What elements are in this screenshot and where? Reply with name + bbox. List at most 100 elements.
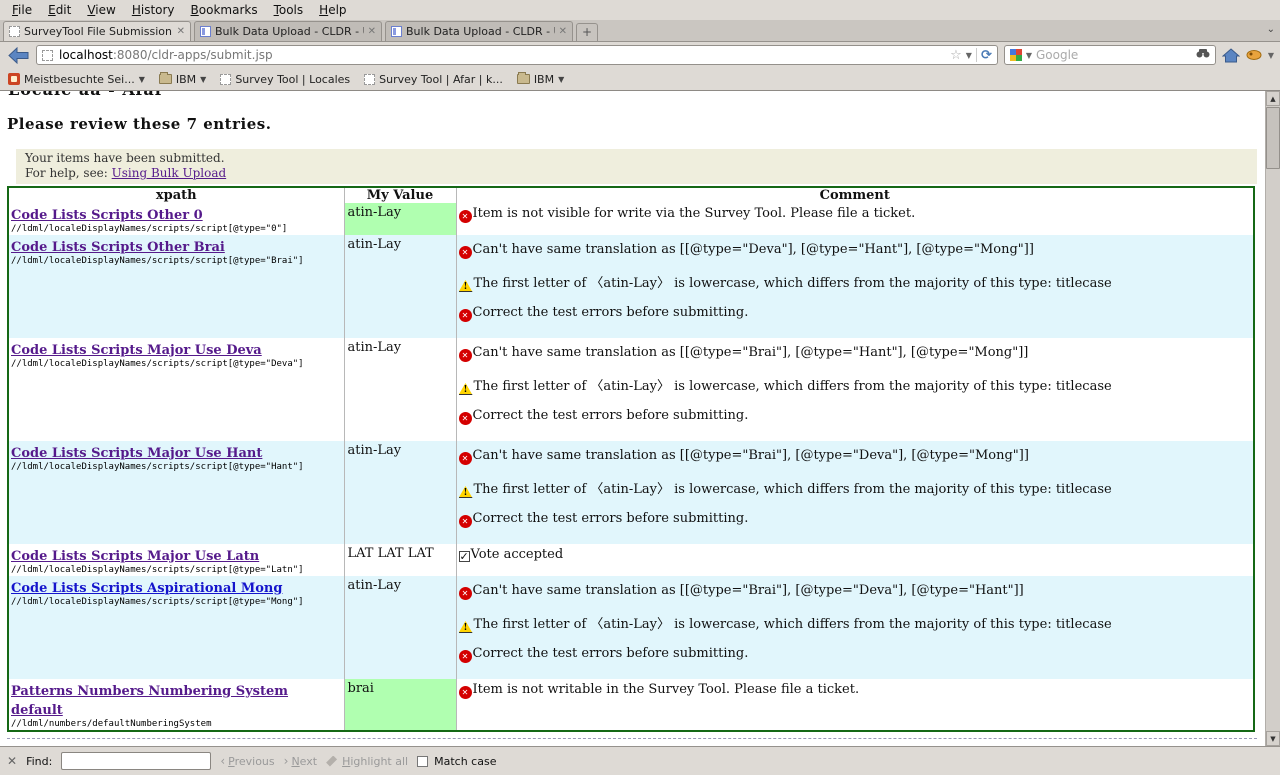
warning-icon [459,486,473,498]
tab-close-icon[interactable] [368,26,376,37]
google-engine-icon[interactable] [1010,49,1022,61]
error-icon [459,412,472,425]
xpath-link[interactable]: Code Lists Scripts Major Use Latn [11,549,259,564]
menu-view[interactable]: View [79,1,123,19]
page-title: Please review these 7 entries. [7,115,1265,133]
xpath-link[interactable]: Patterns Numbers Numbering System defaul… [11,684,288,718]
find-bar: Find: ‹ Previous › Next Highlight all Ma… [0,746,1280,775]
comment-line: Correct the test errors before submittin… [459,511,1252,528]
scroll-down-arrow-icon[interactable] [1266,731,1280,746]
error-icon [459,452,472,465]
menu-edit[interactable]: Edit [40,1,79,19]
xpath-link[interactable]: Code Lists Scripts Other 0 [11,208,203,223]
tab-bar: SurveyTool File Submission | ... Bulk Da… [0,20,1280,42]
next-label: Next [291,755,317,768]
bookmark-survey-tool-afar[interactable]: Survey Tool | Afar | k... [364,73,503,86]
urlbar-dropdown-chevron-icon[interactable] [966,51,972,60]
comment-line: Can't have same translation as [[@type="… [459,448,1252,465]
table-row: Code Lists Scripts Major Use Hant //ldml… [8,441,1254,544]
error-icon [459,349,472,362]
highlight-all-button[interactable]: Highlight all [326,755,408,768]
table-row: Code Lists Scripts Other 0 //ldml/locale… [8,203,1254,235]
bookmark-favicon-placeholder-icon [364,74,375,85]
find-next-button[interactable]: › Next [284,754,317,768]
home-icon [1222,48,1240,63]
error-icon [459,246,472,259]
xpath-link[interactable]: Code Lists Scripts Major Use Deva [11,343,262,358]
scrollbar-thumb[interactable] [1266,107,1280,169]
folder-icon [517,74,530,84]
browser-window: File Edit View History Bookmarks Tools H… [0,0,1280,775]
bookmark-most-visited[interactable]: Meistbesuchte Sei... [8,73,145,86]
comment-line: Correct the test errors before submittin… [459,646,1252,663]
find-label: Find: [26,755,52,768]
search-placeholder: Google [1036,48,1078,62]
my-value-cell: atin-Lay [344,441,456,544]
error-icon [459,515,472,528]
vote-accepted-checkbox-icon [459,551,470,562]
menu-help[interactable]: Help [311,1,354,19]
bookmark-star-icon[interactable] [950,48,962,63]
bookmark-dropdown-chevron-icon [558,75,564,84]
find-input[interactable] [61,752,211,770]
bookmarks-bar: Meistbesuchte Sei... IBM Survey Tool | L… [0,68,1280,91]
search-box[interactable]: Google [1004,45,1216,65]
tab-title: Bulk Data Upload - CLDR - Un... [215,25,364,38]
find-previous-button[interactable]: ‹ Previous [220,754,274,768]
table-row: Patterns Numbers Numbering System defaul… [8,679,1254,731]
column-header-my-value: My Value [344,187,456,203]
divider [976,48,977,62]
findbar-close-icon[interactable] [7,754,17,768]
comment-text: The first letter of 〈atin-Lay〉 is lowerc… [474,379,1112,394]
column-header-comment: Comment [456,187,1254,203]
comment-line: The first letter of 〈atin-Lay〉 is lowerc… [459,613,1252,633]
match-case-label: Match case [434,755,496,768]
comment-text: Can't have same translation as [[@type="… [473,448,1029,463]
menu-file[interactable]: File [4,1,40,19]
vertical-scrollbar[interactable] [1265,91,1280,746]
tab-bulk-data-upload-1[interactable]: Bulk Data Upload - CLDR - Un... [194,21,382,41]
table-header-row: xpath My Value Comment [8,187,1254,203]
nav-overflow-chevron-icon[interactable] [1268,51,1274,60]
home-button[interactable] [1222,48,1240,63]
comment-line: Item is not writable in the Survey Tool.… [459,682,1252,699]
addon-button[interactable] [1246,49,1262,61]
bookmark-survey-tool-locales[interactable]: Survey Tool | Locales [220,73,350,86]
xpath-link[interactable]: Code Lists Scripts Other Brai [11,240,225,255]
menu-tools[interactable]: Tools [266,1,312,19]
xpath-path: //ldml/localeDisplayNames/scripts/script… [11,224,342,234]
table-row: Code Lists Scripts Major Use Deva //ldml… [8,338,1254,441]
tab-favicon-page-icon [391,26,402,37]
tab-surveytool-submission[interactable]: SurveyTool File Submission | ... [3,21,191,41]
back-button[interactable] [6,45,30,65]
tab-list-chevron-icon[interactable] [1267,24,1275,35]
new-tab-button[interactable] [576,23,598,41]
tab-close-icon[interactable] [559,26,567,37]
my-value-cell: atin-Lay [344,338,456,441]
match-case-checkbox-icon[interactable] [417,756,428,767]
url-text: localhost:8080/cldr-apps/submit.jsp [59,48,273,62]
search-binoculars-icon[interactable] [1196,48,1210,62]
notice-line2: For help, see: Using Bulk Upload [25,166,1248,181]
xpath-path: //ldml/localeDisplayNames/scripts/script… [11,256,342,266]
error-icon [459,309,472,322]
comment-text: Can't have same translation as [[@type="… [473,242,1034,257]
reload-icon[interactable] [981,48,992,63]
table-row: Code Lists Scripts Other Brai //ldml/loc… [8,235,1254,338]
bookmark-folder-ibm-1[interactable]: IBM [159,73,206,86]
search-engine-chevron-icon[interactable] [1026,51,1032,60]
comment-text: Item is not writable in the Survey Tool.… [473,682,860,697]
menu-bookmarks[interactable]: Bookmarks [183,1,266,19]
scroll-up-arrow-icon[interactable] [1266,91,1280,106]
bookmark-dropdown-chevron-icon [139,75,145,84]
comment-text: The first letter of 〈atin-Lay〉 is lowerc… [474,482,1112,497]
bookmark-folder-ibm-2[interactable]: IBM [517,73,564,86]
using-bulk-upload-link[interactable]: Using Bulk Upload [112,166,227,180]
tab-close-icon[interactable] [177,26,185,37]
url-bar[interactable]: localhost:8080/cldr-apps/submit.jsp [36,45,998,65]
match-case-checkbox[interactable]: Match case [417,755,496,768]
xpath-link[interactable]: Code Lists Scripts Major Use Hant [11,446,262,461]
tab-bulk-data-upload-2[interactable]: Bulk Data Upload - CLDR - Un... [385,21,573,41]
xpath-link[interactable]: Code Lists Scripts Aspirational Mong [11,581,282,596]
menu-history[interactable]: History [124,1,183,19]
